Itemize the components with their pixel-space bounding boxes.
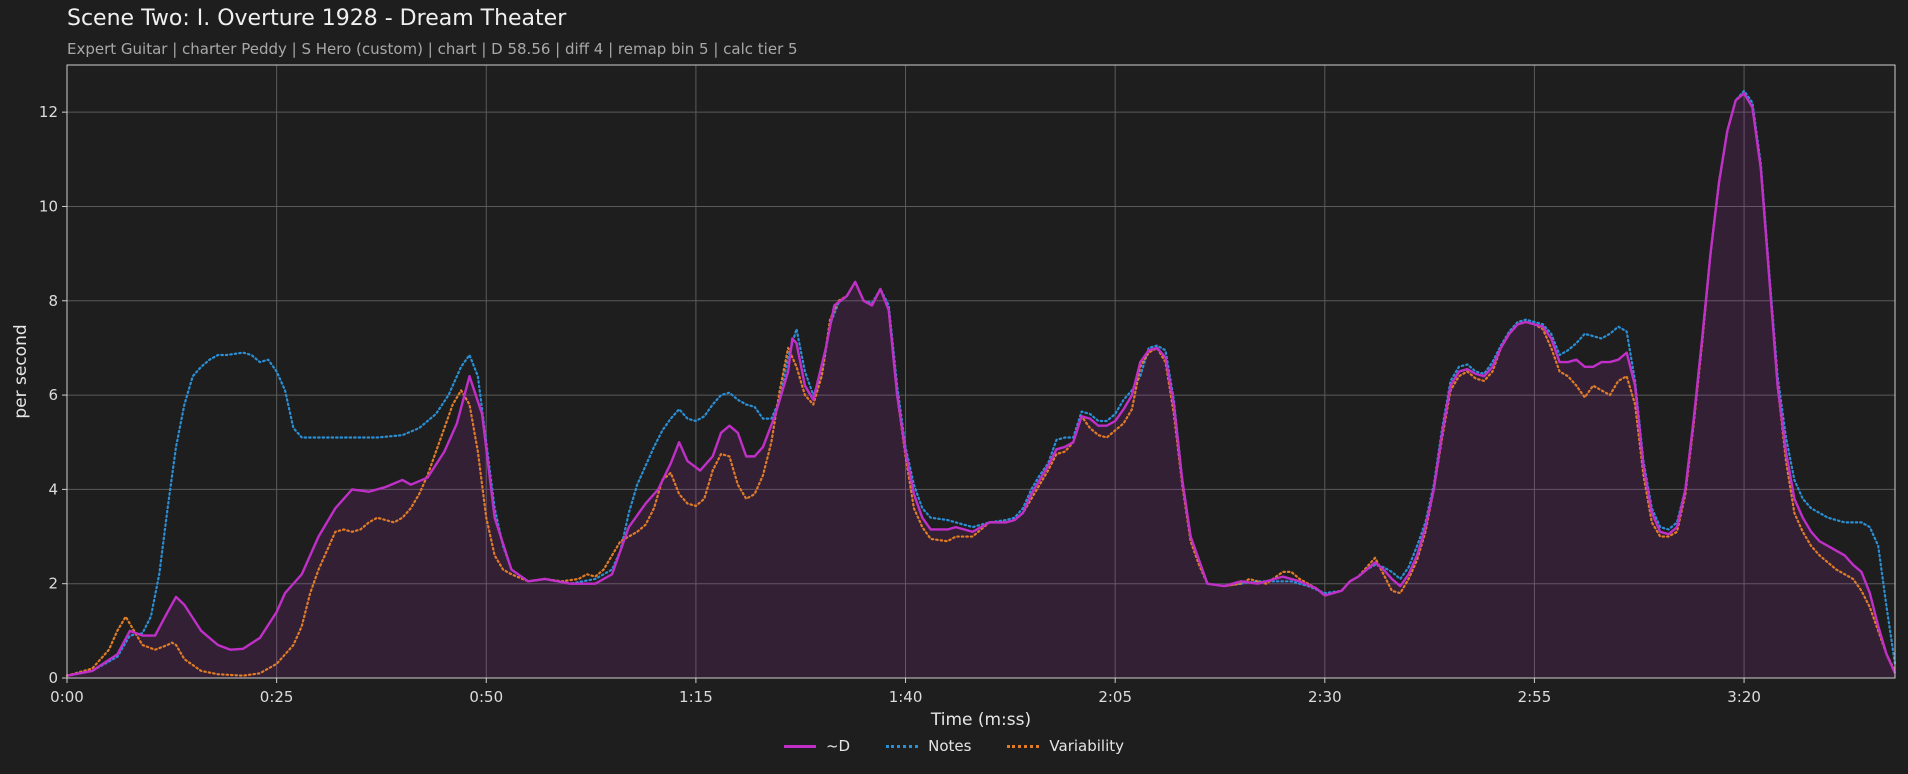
legend-label: Notes <box>928 737 972 755</box>
y-tick-label: 4 <box>48 480 58 498</box>
series-area-d <box>67 93 1895 679</box>
area-fill <box>67 93 1895 679</box>
y-axis-ticks: 0 2 4 6 8 10 12 <box>39 103 67 687</box>
legend-swatch <box>1007 744 1040 748</box>
legend-label: ~D <box>825 737 851 755</box>
x-tick-label: 0:00 <box>50 688 84 706</box>
x-tick-label: 1:15 <box>679 688 713 706</box>
legend: ~D Notes Variability <box>0 737 1908 755</box>
y-tick-label: 12 <box>39 103 58 121</box>
x-tick-label: 2:55 <box>1518 688 1552 706</box>
x-tick-label: 1:40 <box>889 688 923 706</box>
y-tick-label: 8 <box>48 292 58 310</box>
x-axis-ticks: 0:00 0:25 0:50 1:15 1:40 2:05 2:30 2:55 3:20 <box>50 678 1761 706</box>
x-tick-label: 0:25 <box>260 688 294 706</box>
legend-swatch <box>886 744 919 748</box>
y-tick-label: 0 <box>48 669 58 687</box>
line-chart: 0:00 0:25 0:50 1:15 1:40 2:05 2:30 2:55 3:20 0 2 4… <box>11 64 1897 730</box>
legend-item: Variability <box>1007 737 1124 755</box>
y-axis-label: per second <box>11 324 31 418</box>
legend-item: Notes <box>886 737 971 755</box>
x-tick-label: 2:30 <box>1308 688 1342 706</box>
y-tick-label: 2 <box>48 575 58 593</box>
legend-item: ~D <box>783 737 851 755</box>
x-tick-label: 3:20 <box>1727 688 1761 706</box>
legend-label: Variability <box>1049 737 1125 755</box>
x-tick-label: 2:05 <box>1098 688 1132 706</box>
x-axis-label: Time (m:ss) <box>930 710 1031 730</box>
y-tick-label: 10 <box>39 197 58 215</box>
y-tick-label: 6 <box>48 386 58 404</box>
x-tick-label: 0:50 <box>469 688 503 706</box>
legend-swatch <box>783 744 816 748</box>
